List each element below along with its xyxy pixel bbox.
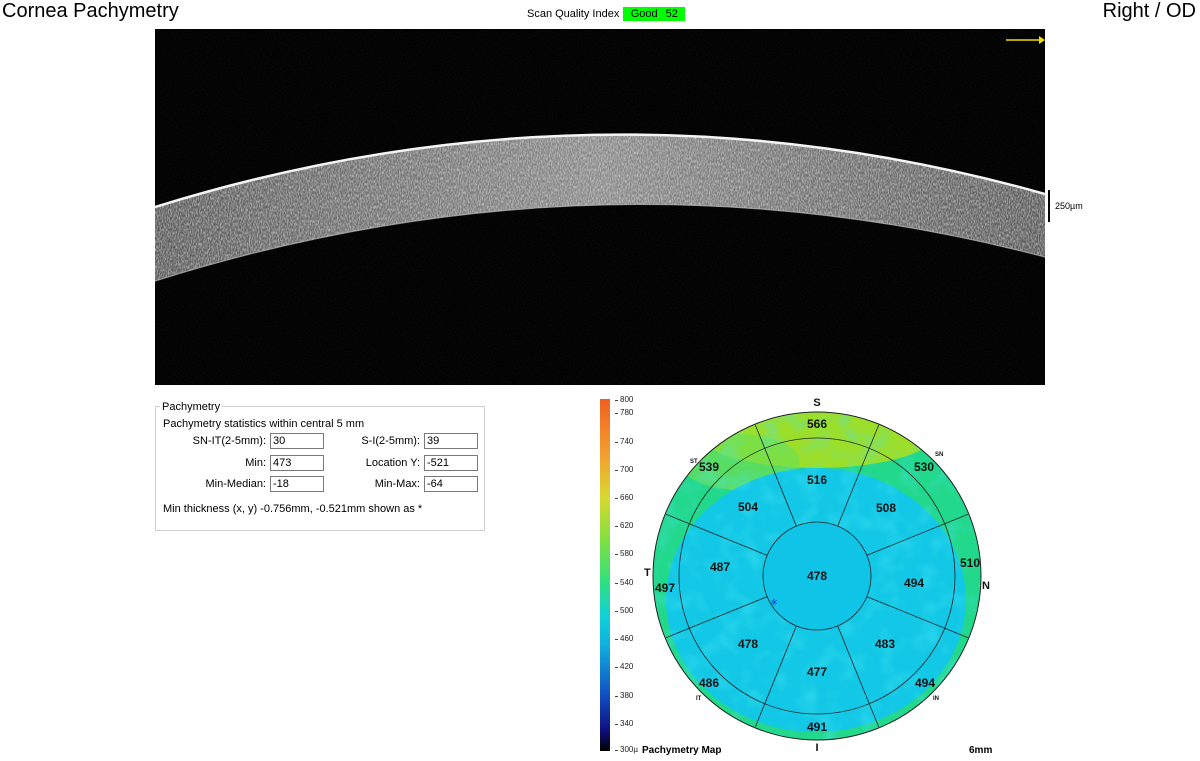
color-scale-tick: 340 (614, 719, 634, 728)
color-scale-tick: 380 (614, 691, 634, 700)
scale-bar-label: 250µm (1055, 201, 1083, 211)
eye-label: Right / OD (1102, 0, 1196, 22)
field-label-location-y: Location Y: (365, 457, 420, 469)
outer-st: 539 (699, 460, 719, 474)
label-in: IN (933, 696, 939, 702)
label-sn: SN (935, 452, 943, 458)
pachymetry-map: 478 516 508 494 483 477 478 487 504 566 … (644, 397, 990, 752)
outer-s: 566 (807, 417, 827, 431)
color-scale-tick: 660 (614, 493, 634, 502)
outer-it: 486 (699, 676, 719, 690)
oct-scan-image (155, 29, 1045, 385)
color-scale-tick: 800 (614, 395, 634, 404)
label-inferior: I (815, 742, 818, 752)
inner-s: 516 (807, 473, 827, 487)
outer-n: 510 (960, 556, 980, 570)
field-label-min: Min: (245, 457, 266, 469)
field-min-median[interactable]: -18 (270, 476, 324, 492)
label-it: IT (696, 696, 702, 702)
pachymetry-panel: Pachymetry statistics within central 5 m… (155, 406, 485, 531)
inner-sn: 508 (876, 501, 896, 515)
panel-legend: Pachymetry (160, 401, 223, 413)
field-label-sn-it: SN-IT(2-5mm): (192, 435, 266, 447)
color-scale-tick: 740 (614, 437, 634, 446)
min-thickness-note: Min thickness (x, y) -0.756mm, -0.521mm … (163, 503, 423, 515)
map-size-label: 6mm (969, 745, 993, 756)
sqi-status: Good (630, 8, 658, 20)
scan-quality-index: Scan Quality Index Good 52 (527, 7, 686, 21)
label-superior: S (813, 397, 820, 409)
color-scale-tick: 500 (614, 606, 634, 615)
label-temporal: T (644, 567, 651, 579)
color-scale-bar (600, 399, 610, 751)
color-scale-tick: 420 (614, 662, 634, 671)
color-scale-tick: 460 (614, 634, 634, 643)
color-scale-tick: 580 (614, 549, 634, 558)
page-title: Cornea Pachymetry (2, 0, 179, 22)
sqi-value: 52 (665, 8, 678, 20)
field-min[interactable]: 473 (270, 455, 324, 471)
map-label: Pachymetry Map (642, 745, 722, 756)
inner-in: 483 (875, 637, 895, 651)
outer-sn: 530 (914, 460, 934, 474)
label-nasal: N (982, 580, 990, 592)
field-label-min-max: Min-Max: (374, 478, 420, 490)
min-thickness-asterisk-icon: * (771, 598, 778, 613)
field-location-y[interactable]: -521 (424, 455, 478, 471)
scale-bar (1048, 190, 1050, 222)
field-label-s-i: S-I(2-5mm): (361, 435, 420, 447)
color-scale-tick: 620 (614, 521, 634, 530)
outer-t: 497 (655, 581, 675, 595)
color-scale-tick: 700 (614, 465, 634, 474)
color-scale-tick: 300µ (615, 745, 638, 754)
sqi-badge: Good 52 (623, 7, 686, 21)
field-s-i[interactable]: 39 (424, 433, 478, 449)
panel-subtitle: Pachymetry statistics within central 5 m… (163, 418, 365, 430)
label-st: ST (690, 459, 698, 465)
outer-in: 494 (915, 676, 935, 690)
cornea-cross-section (155, 29, 1045, 385)
inner-n: 494 (904, 576, 924, 590)
sqi-label: Scan Quality Index (527, 8, 620, 20)
inner-it: 478 (738, 637, 758, 651)
field-label-min-median: Min-Median: (205, 478, 266, 490)
color-scale-tick: 780 (614, 408, 634, 417)
color-scale-tick: 540 (614, 578, 634, 587)
field-min-max[interactable]: -64 (424, 476, 478, 492)
center-thickness: 478 (807, 569, 827, 583)
inner-t: 487 (710, 560, 730, 574)
inner-st: 504 (738, 500, 758, 514)
inner-i: 477 (807, 665, 827, 679)
field-sn-it[interactable]: 30 (270, 433, 324, 449)
outer-i: 491 (807, 720, 827, 734)
